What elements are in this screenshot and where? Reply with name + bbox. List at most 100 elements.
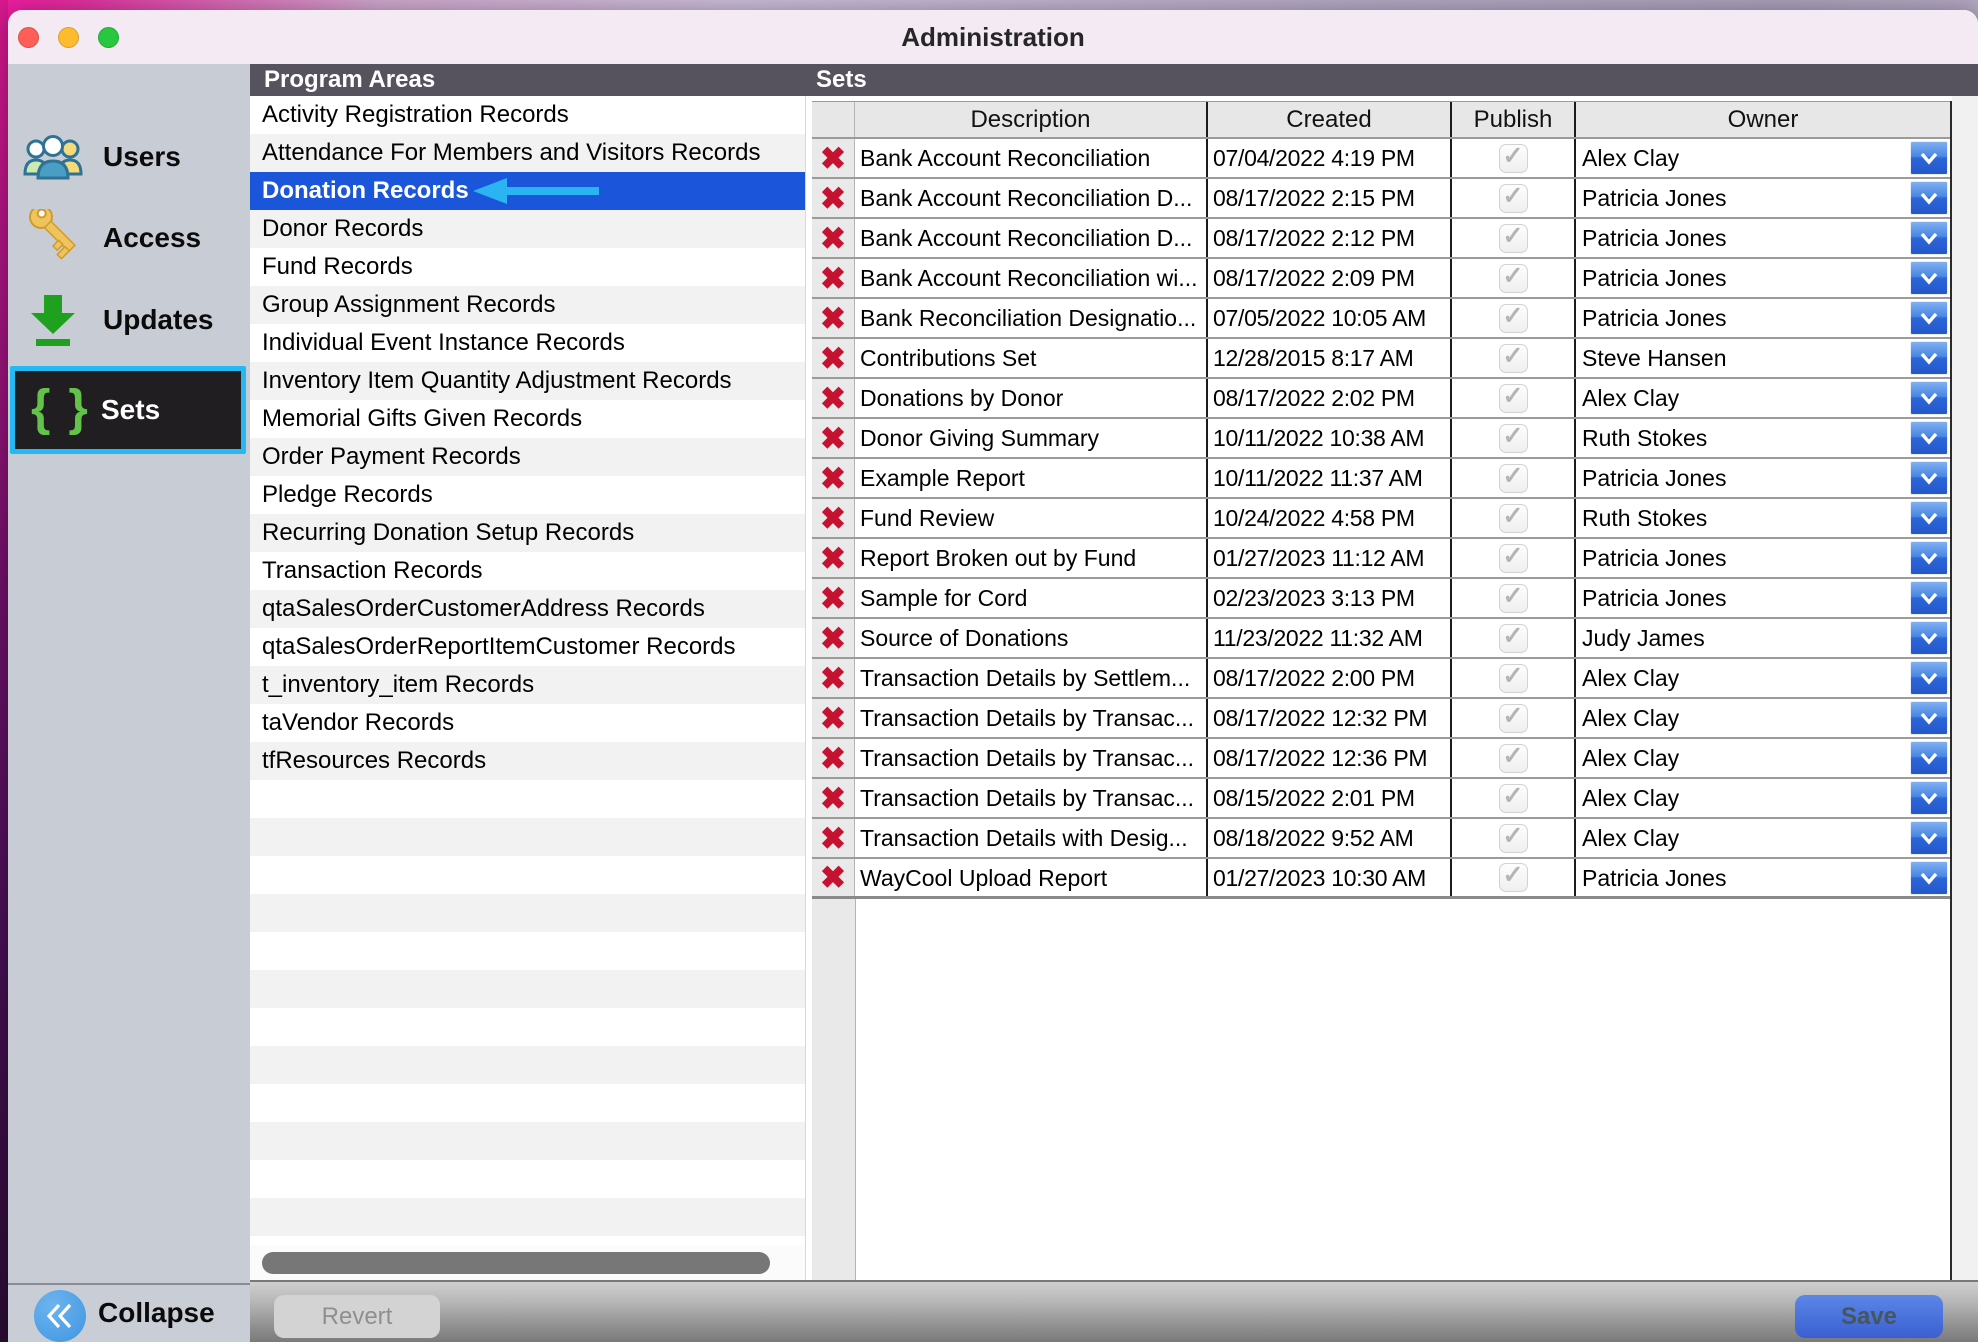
owner-dropdown-button[interactable] bbox=[1910, 821, 1948, 855]
program-area-item[interactable]: Attendance For Members and Visitors Reco… bbox=[250, 134, 805, 172]
delete-set-button[interactable]: ✖ bbox=[812, 739, 855, 777]
delete-set-button[interactable]: ✖ bbox=[812, 779, 855, 817]
publish-checkbox[interactable]: ✓ bbox=[1499, 264, 1528, 293]
program-area-item[interactable]: Pledge Records bbox=[250, 476, 805, 514]
publish-checkbox[interactable]: ✓ bbox=[1499, 464, 1528, 493]
delete-set-button[interactable]: ✖ bbox=[812, 419, 855, 457]
program-area-item[interactable]: tfResources Records bbox=[250, 742, 805, 780]
owner-dropdown-button[interactable] bbox=[1910, 661, 1948, 695]
set-description[interactable]: Transaction Details by Transac... bbox=[855, 739, 1208, 777]
delete-set-button[interactable]: ✖ bbox=[812, 379, 855, 417]
set-description[interactable]: Donations by Donor bbox=[855, 379, 1208, 417]
program-area-item[interactable]: Group Assignment Records bbox=[250, 286, 805, 324]
owner-dropdown-button[interactable] bbox=[1910, 621, 1948, 655]
column-header-description[interactable]: Description bbox=[855, 102, 1208, 137]
set-description[interactable]: Bank Account Reconciliation D... bbox=[855, 179, 1208, 217]
set-description[interactable]: Transaction Details by Transac... bbox=[855, 779, 1208, 817]
owner-dropdown-button[interactable] bbox=[1910, 501, 1948, 535]
delete-set-button[interactable]: ✖ bbox=[812, 699, 855, 737]
program-area-item[interactable]: Recurring Donation Setup Records bbox=[250, 514, 805, 552]
program-area-item[interactable]: taVendor Records bbox=[250, 704, 805, 742]
owner-dropdown-button[interactable] bbox=[1910, 541, 1948, 575]
owner-dropdown-button[interactable] bbox=[1910, 461, 1948, 495]
publish-checkbox[interactable]: ✓ bbox=[1499, 144, 1528, 173]
set-description[interactable]: Fund Review bbox=[855, 499, 1208, 537]
program-area-item[interactable]: Inventory Item Quantity Adjustment Recor… bbox=[250, 362, 805, 400]
delete-set-button[interactable]: ✖ bbox=[812, 819, 855, 857]
set-description[interactable]: Contributions Set bbox=[855, 339, 1208, 377]
revert-button[interactable]: Revert bbox=[274, 1295, 440, 1338]
delete-set-button[interactable]: ✖ bbox=[812, 139, 855, 177]
set-description[interactable]: Transaction Details by Transac... bbox=[855, 699, 1208, 737]
owner-dropdown-button[interactable] bbox=[1910, 181, 1948, 215]
delete-set-button[interactable]: ✖ bbox=[812, 459, 855, 497]
program-area-item[interactable]: Individual Event Instance Records bbox=[250, 324, 805, 362]
set-description[interactable]: Transaction Details with Desig... bbox=[855, 819, 1208, 857]
program-area-item[interactable]: Activity Registration Records bbox=[250, 96, 805, 134]
publish-checkbox[interactable]: ✓ bbox=[1499, 504, 1528, 533]
program-area-item[interactable]: Donation Records bbox=[250, 172, 805, 210]
delete-set-button[interactable]: ✖ bbox=[812, 499, 855, 537]
program-area-item[interactable]: Order Payment Records bbox=[250, 438, 805, 476]
publish-checkbox[interactable]: ✓ bbox=[1499, 664, 1528, 693]
program-area-item[interactable]: Transaction Records bbox=[250, 552, 805, 590]
delete-set-button[interactable]: ✖ bbox=[812, 659, 855, 697]
owner-dropdown-button[interactable] bbox=[1910, 421, 1948, 455]
set-description[interactable]: WayCool Upload Report bbox=[855, 859, 1208, 896]
set-description[interactable]: Donor Giving Summary bbox=[855, 419, 1208, 457]
delete-set-button[interactable]: ✖ bbox=[812, 579, 855, 617]
publish-checkbox[interactable]: ✓ bbox=[1499, 863, 1528, 892]
collapse-button[interactable] bbox=[34, 1290, 86, 1342]
owner-dropdown-button[interactable] bbox=[1910, 861, 1948, 895]
publish-checkbox[interactable]: ✓ bbox=[1499, 544, 1528, 573]
publish-checkbox[interactable]: ✓ bbox=[1499, 624, 1528, 653]
set-description[interactable]: Transaction Details by Settlem... bbox=[855, 659, 1208, 697]
scrollbar-thumb[interactable] bbox=[262, 1252, 770, 1274]
delete-set-button[interactable]: ✖ bbox=[812, 859, 855, 896]
publish-checkbox[interactable]: ✓ bbox=[1499, 704, 1528, 733]
owner-dropdown-button[interactable] bbox=[1910, 781, 1948, 815]
sidebar-item-users[interactable]: Users bbox=[8, 127, 250, 187]
delete-set-button[interactable]: ✖ bbox=[812, 219, 855, 257]
publish-checkbox[interactable]: ✓ bbox=[1499, 824, 1528, 853]
set-description[interactable]: Sample for Cord bbox=[855, 579, 1208, 617]
set-description[interactable]: Bank Reconciliation Designatio... bbox=[855, 299, 1208, 337]
publish-checkbox[interactable]: ✓ bbox=[1499, 184, 1528, 213]
owner-dropdown-button[interactable] bbox=[1910, 741, 1948, 775]
publish-checkbox[interactable]: ✓ bbox=[1499, 424, 1528, 453]
set-description[interactable]: Bank Account Reconciliation D... bbox=[855, 219, 1208, 257]
publish-checkbox[interactable]: ✓ bbox=[1499, 584, 1528, 613]
set-description[interactable]: Source of Donations bbox=[855, 619, 1208, 657]
owner-dropdown-button[interactable] bbox=[1910, 581, 1948, 615]
publish-checkbox[interactable]: ✓ bbox=[1499, 344, 1528, 373]
program-areas-hscrollbar[interactable] bbox=[250, 1245, 806, 1280]
delete-set-button[interactable]: ✖ bbox=[812, 299, 855, 337]
delete-set-button[interactable]: ✖ bbox=[812, 339, 855, 377]
owner-dropdown-button[interactable] bbox=[1910, 141, 1948, 175]
column-header-created[interactable]: Created bbox=[1208, 102, 1452, 137]
owner-dropdown-button[interactable] bbox=[1910, 261, 1948, 295]
set-description[interactable]: Report Broken out by Fund bbox=[855, 539, 1208, 577]
delete-set-button[interactable]: ✖ bbox=[812, 539, 855, 577]
program-area-item[interactable]: Fund Records bbox=[250, 248, 805, 286]
column-header-publish[interactable]: Publish bbox=[1452, 102, 1576, 137]
delete-set-button[interactable]: ✖ bbox=[812, 179, 855, 217]
owner-dropdown-button[interactable] bbox=[1910, 701, 1948, 735]
delete-set-button[interactable]: ✖ bbox=[812, 259, 855, 297]
owner-dropdown-button[interactable] bbox=[1910, 301, 1948, 335]
program-area-item[interactable]: qtaSalesOrderCustomerAddress Records bbox=[250, 590, 805, 628]
publish-checkbox[interactable]: ✓ bbox=[1499, 384, 1528, 413]
sidebar-item-sets[interactable]: { } Sets bbox=[10, 366, 246, 454]
owner-dropdown-button[interactable] bbox=[1910, 381, 1948, 415]
owner-dropdown-button[interactable] bbox=[1910, 341, 1948, 375]
sidebar-item-access[interactable]: Access bbox=[8, 208, 250, 268]
save-button[interactable]: Save bbox=[1795, 1295, 1943, 1338]
set-description[interactable]: Bank Account Reconciliation wi... bbox=[855, 259, 1208, 297]
column-header-owner[interactable]: Owner bbox=[1576, 102, 1950, 137]
publish-checkbox[interactable]: ✓ bbox=[1499, 744, 1528, 773]
program-area-item[interactable]: qtaSalesOrderReportItemCustomer Records bbox=[250, 628, 805, 666]
publish-checkbox[interactable]: ✓ bbox=[1499, 784, 1528, 813]
delete-set-button[interactable]: ✖ bbox=[812, 619, 855, 657]
owner-dropdown-button[interactable] bbox=[1910, 221, 1948, 255]
program-area-item[interactable]: t_inventory_item Records bbox=[250, 666, 805, 704]
